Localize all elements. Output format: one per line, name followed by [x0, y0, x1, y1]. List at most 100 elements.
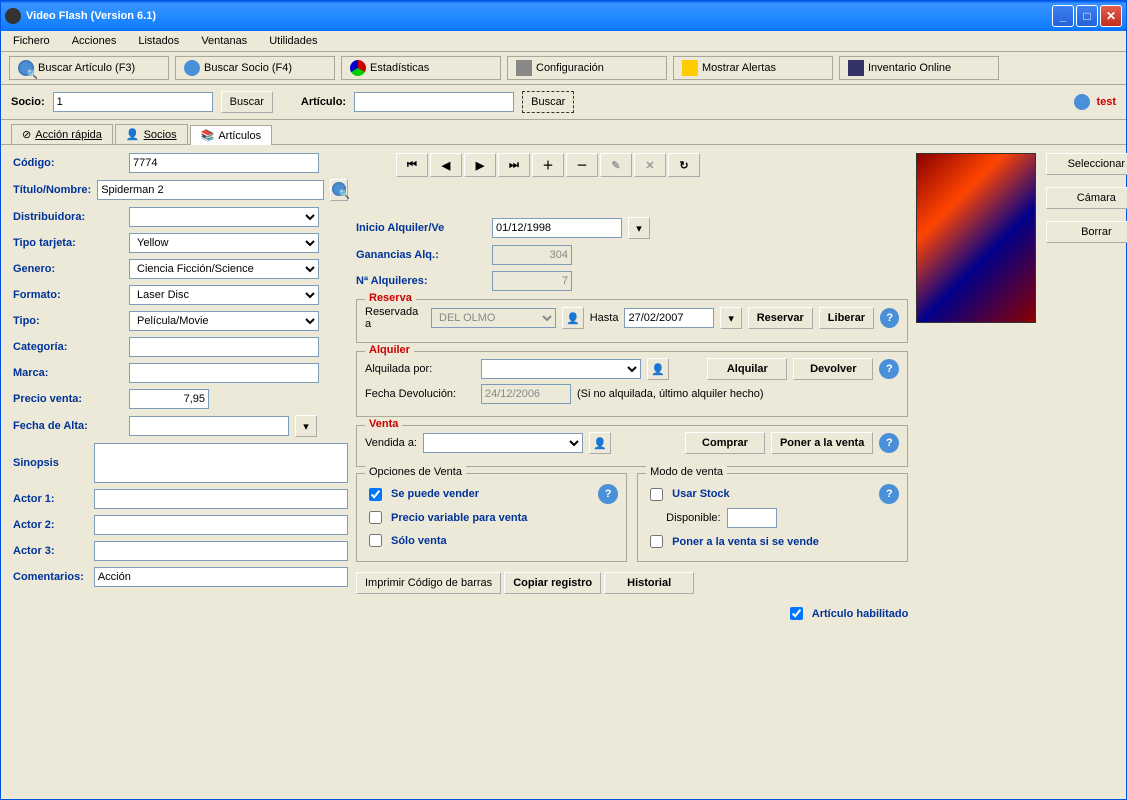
nav-last-button[interactable]: ⏭ — [498, 153, 530, 177]
precio-input[interactable] — [129, 389, 209, 409]
liberar-button[interactable]: Liberar — [819, 307, 874, 329]
menu-listados[interactable]: Listados — [134, 33, 183, 49]
marca-input[interactable] — [129, 363, 319, 383]
actor2-label: Actor 2: — [13, 519, 88, 531]
precio-label: Precio venta: — [13, 393, 123, 405]
codigo-label: Código: — [13, 157, 123, 169]
menu-ventanas[interactable]: Ventanas — [197, 33, 251, 49]
se-puede-vender-checkbox[interactable] — [369, 488, 382, 501]
poster-image — [916, 153, 1036, 323]
inicio-alquiler-dropdown[interactable]: ▾ — [628, 217, 650, 239]
poner-venta-button[interactable]: Poner a la venta — [771, 432, 873, 454]
tipo-tarjeta-select[interactable]: Yellow — [129, 233, 319, 253]
toolbar: Buscar Artículo (F3) Buscar Socio (F4) E… — [1, 52, 1126, 85]
menu-utilidades[interactable]: Utilidades — [265, 33, 321, 49]
tab-accion-rapida[interactable]: ⊘Acción rápida — [11, 124, 113, 144]
nav-prev-button[interactable]: ◀ — [430, 153, 462, 177]
actor2-input[interactable] — [94, 515, 348, 535]
reservada-lookup-button[interactable]: 👤 — [562, 307, 583, 329]
reserva-help-icon[interactable]: ? — [880, 308, 899, 328]
toolbar-buscar-socio[interactable]: Buscar Socio (F4) — [175, 56, 335, 80]
toolbar-configuracion[interactable]: Configuración — [507, 56, 667, 80]
modo-help-icon[interactable]: ? — [879, 484, 899, 504]
genero-select[interactable]: Ciencia Ficción/Science — [129, 259, 319, 279]
hasta-dropdown[interactable]: ▾ — [720, 307, 741, 329]
disponible-input[interactable] — [727, 508, 777, 528]
titulo-input[interactable] — [97, 180, 324, 200]
comentarios-input[interactable] — [94, 567, 348, 587]
borrar-button[interactable]: Borrar — [1046, 221, 1127, 243]
nav-edit-button[interactable]: ✎ — [600, 153, 632, 177]
nav-add-button[interactable]: ＋ — [532, 153, 564, 177]
hasta-input[interactable] — [624, 308, 714, 328]
codigo-input[interactable] — [129, 153, 319, 173]
alquilada-select[interactable] — [481, 359, 641, 379]
close-button[interactable]: ✕ — [1100, 5, 1122, 27]
articulo-label: Artículo: — [301, 96, 346, 108]
camara-button[interactable]: Cámara — [1046, 187, 1127, 209]
toolbar-inventario-online[interactable]: Inventario Online — [839, 56, 999, 80]
alquiler-note: (Si no alquilada, último alquiler hecho) — [577, 388, 764, 400]
alquilar-button[interactable]: Alquilar — [707, 358, 787, 380]
titulo-search-button[interactable] — [330, 179, 348, 201]
socio-label: Socio: — [11, 96, 45, 108]
imprimir-codigo-button[interactable]: Imprimir Código de barras — [356, 572, 501, 594]
sinopsis-textarea[interactable] — [94, 443, 348, 483]
tipo-select[interactable]: Película/Movie — [129, 311, 319, 331]
distribuidora-label: Distribuidora: — [13, 211, 123, 223]
maximize-button[interactable]: □ — [1076, 5, 1098, 27]
toolbar-buscar-articulo[interactable]: Buscar Artículo (F3) — [9, 56, 169, 80]
historial-button[interactable]: Historial — [604, 572, 694, 594]
minimize-button[interactable]: _ — [1052, 5, 1074, 27]
nav-first-button[interactable]: ⏮ — [396, 153, 428, 177]
titlebar: Video Flash (Version 6.1) _ □ ✕ — [1, 1, 1126, 31]
alquilada-lookup-button[interactable]: 👤 — [647, 358, 669, 380]
nav-refresh-button[interactable]: ↻ — [668, 153, 700, 177]
venta-help-icon[interactable]: ? — [879, 433, 899, 453]
reservada-select[interactable]: DEL OLMO — [431, 308, 556, 328]
precio-variable-label: Precio variable para venta — [391, 512, 527, 524]
buscar-socio-button[interactable]: Buscar — [221, 91, 273, 113]
alquiler-help-icon[interactable]: ? — [879, 359, 899, 379]
categoria-input[interactable] — [129, 337, 319, 357]
hasta-label: Hasta — [590, 312, 619, 324]
usar-stock-checkbox[interactable] — [650, 488, 663, 501]
nav-cancel-button[interactable]: ✕ — [634, 153, 666, 177]
comprar-button[interactable]: Comprar — [685, 432, 765, 454]
articulo-habilitado-checkbox[interactable] — [790, 607, 803, 620]
modo-venta-legend: Modo de venta — [646, 466, 727, 478]
reservar-button[interactable]: Reservar — [748, 307, 813, 329]
opciones-help-icon[interactable]: ? — [598, 484, 618, 504]
reserva-legend: Reserva — [365, 292, 416, 304]
nav-next-button[interactable]: ▶ — [464, 153, 496, 177]
fecha-alta-dropdown[interactable]: ▾ — [295, 415, 317, 437]
seleccionar-button[interactable]: Seleccionar — [1046, 153, 1127, 175]
precio-variable-checkbox[interactable] — [369, 511, 382, 524]
devolver-button[interactable]: Devolver — [793, 358, 873, 380]
distribuidora-select[interactable] — [129, 207, 319, 227]
toolbar-mostrar-alertas[interactable]: Mostrar Alertas — [673, 56, 833, 80]
ganancias-input — [492, 245, 572, 265]
actor1-input[interactable] — [94, 489, 348, 509]
inicio-alquiler-input[interactable] — [492, 218, 622, 238]
fecha-alta-input[interactable] — [129, 416, 289, 436]
user-name: test — [1096, 96, 1116, 108]
globe-search-icon — [332, 182, 346, 196]
copiar-registro-button[interactable]: Copiar registro — [504, 572, 601, 594]
menu-fichero[interactable]: Fichero — [9, 33, 54, 49]
solo-venta-checkbox[interactable] — [369, 534, 382, 547]
formato-select[interactable]: Laser Disc — [129, 285, 319, 305]
articulo-input[interactable] — [354, 92, 514, 112]
actor3-input[interactable] — [94, 541, 348, 561]
poner-si-vende-checkbox[interactable] — [650, 535, 663, 548]
wrench-icon — [516, 60, 532, 76]
buscar-articulo-button[interactable]: Buscar — [522, 91, 574, 113]
vendida-select[interactable] — [423, 433, 583, 453]
tab-articulos[interactable]: 📚Artículos — [190, 125, 273, 145]
menu-acciones[interactable]: Acciones — [68, 33, 121, 49]
vendida-lookup-button[interactable]: 👤 — [589, 432, 611, 454]
toolbar-estadisticas[interactable]: Estadísticas — [341, 56, 501, 80]
nav-remove-button[interactable]: － — [566, 153, 598, 177]
tab-socios[interactable]: 👤Socios — [115, 124, 188, 144]
socio-input[interactable] — [53, 92, 213, 112]
